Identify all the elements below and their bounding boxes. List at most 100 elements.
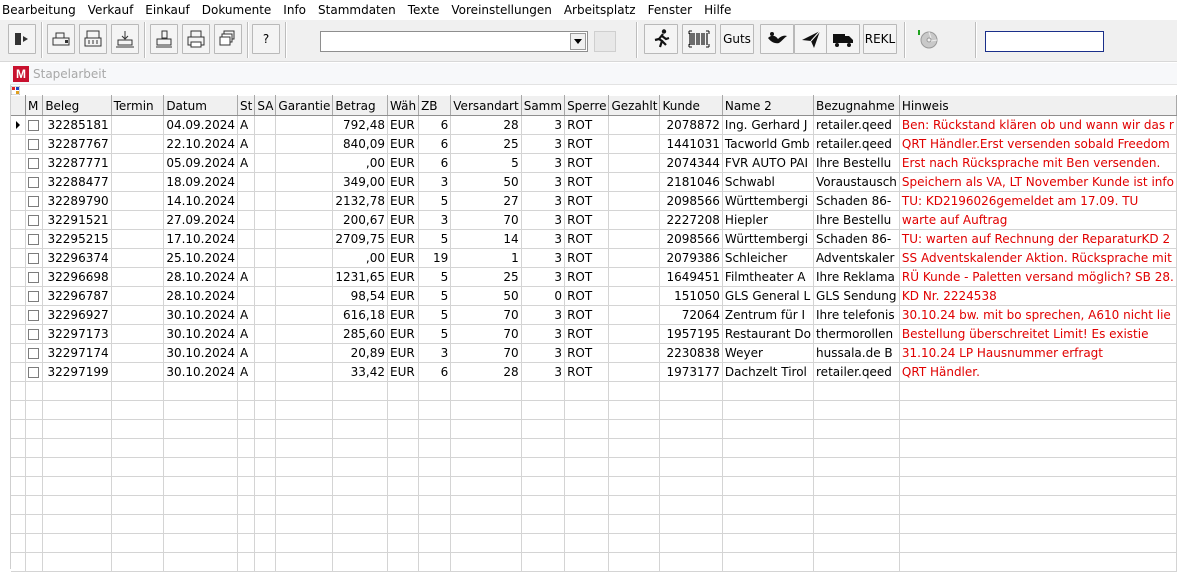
cell-st[interactable]: A [237, 343, 256, 363]
bird-button[interactable] [760, 24, 794, 54]
cell-st[interactable] [237, 191, 256, 211]
help-button[interactable]: ? [252, 24, 280, 54]
cell-st[interactable] [237, 248, 256, 268]
cell-versandart[interactable]: 27 [450, 191, 522, 211]
cell-samm[interactable]: 3 [521, 115, 566, 135]
mark-checkbox[interactable] [28, 196, 40, 207]
cell-st[interactable]: A [237, 115, 256, 135]
cell-kunde[interactable]: 2227208 [659, 210, 723, 230]
cell-hinweis[interactable]: Erst nach Rücksprache mit Ben versenden. [899, 153, 1177, 173]
cell-beleg[interactable]: 32297173 [42, 324, 112, 344]
column-header[interactable]: Versandart [450, 95, 522, 116]
cell-waeh[interactable]: EUR [387, 229, 420, 249]
cell-name2[interactable]: FVR AUTO PAI [722, 153, 815, 173]
cell-waeh[interactable]: EUR [387, 134, 420, 154]
cell-waeh[interactable]: EUR [387, 210, 420, 230]
cell-garantie[interactable] [275, 286, 334, 306]
cell-beleg[interactable]: 32296698 [42, 267, 112, 287]
column-header[interactable]: Garantie [275, 95, 334, 116]
column-header[interactable]: Termin [111, 95, 165, 116]
cell-samm[interactable]: 0 [521, 286, 566, 306]
cell-hinweis[interactable]: Ben: Rückstand klären ob und wann wir da… [899, 115, 1177, 135]
cell-zb[interactable]: 5 [418, 324, 452, 344]
mark-cell[interactable] [25, 248, 44, 268]
cell-bezugnahme[interactable]: retailer.qeed [813, 115, 900, 135]
cell-waeh[interactable]: EUR [387, 248, 420, 268]
cell-garantie[interactable] [275, 248, 334, 268]
cell-hinweis[interactable]: QRT Händler.Erst versenden sobald Freedo… [899, 134, 1177, 154]
mark-cell[interactable] [25, 115, 44, 135]
cell-kunde[interactable]: 1441031 [659, 134, 723, 154]
cell-hinweis[interactable]: KD Nr. 2224538 [899, 286, 1177, 306]
mark-checkbox[interactable] [28, 177, 40, 188]
cell-garantie[interactable] [275, 267, 334, 287]
menu-item[interactable]: Texte [403, 3, 447, 17]
cell-waeh[interactable]: EUR [387, 324, 420, 344]
mark-checkbox[interactable] [28, 253, 40, 264]
cell-sperre[interactable]: ROT [564, 248, 610, 268]
cell-st[interactable]: A [237, 324, 256, 344]
cell-samm[interactable]: 3 [521, 343, 566, 363]
column-header[interactable]: Datum [163, 95, 239, 116]
cell-versandart[interactable]: 28 [450, 115, 522, 135]
exit-button[interactable] [8, 24, 36, 54]
row-indicator[interactable] [11, 229, 27, 249]
cell-sa[interactable] [254, 248, 277, 268]
cell-zb[interactable]: 6 [418, 134, 452, 154]
cell-waeh[interactable]: EUR [387, 267, 420, 287]
column-header[interactable]: Beleg [42, 95, 112, 116]
cell-beleg[interactable]: 32296787 [42, 286, 112, 306]
search-combo[interactable] [320, 31, 588, 52]
cell-garantie[interactable] [275, 343, 334, 363]
cell-sperre[interactable]: ROT [564, 172, 610, 192]
cell-beleg[interactable]: 32297199 [42, 362, 112, 382]
mark-checkbox[interactable] [28, 272, 40, 283]
status-input[interactable] [985, 31, 1104, 52]
cell-versandart[interactable]: 70 [450, 210, 522, 230]
cell-garantie[interactable] [275, 305, 334, 325]
column-header[interactable]: Samm [521, 95, 566, 116]
table-row[interactable]: 32285181 04.09.2024 A 792,48 EUR 6 28 3 ROT 20788… [11, 115, 1177, 135]
cell-hinweis[interactable]: QRT Händler. [899, 362, 1177, 382]
column-header[interactable]: Kunde [659, 95, 723, 116]
cell-sa[interactable] [254, 210, 277, 230]
cell-datum[interactable]: 30.10.2024 [163, 305, 239, 325]
cell-zb[interactable]: 3 [418, 210, 452, 230]
mark-checkbox[interactable] [28, 329, 40, 340]
mark-checkbox[interactable] [28, 310, 40, 321]
cell-bezugnahme[interactable]: Adventskaler [813, 248, 900, 268]
cell-termin[interactable] [111, 172, 165, 192]
cell-hinweis[interactable]: warte auf Auftrag [899, 210, 1177, 230]
cell-betrag[interactable]: 200,67 [332, 210, 389, 230]
cell-garantie[interactable] [275, 191, 334, 211]
cell-kunde[interactable]: 1649451 [659, 267, 723, 287]
cell-versandart[interactable]: 5 [450, 153, 522, 173]
menu-item[interactable]: Voreinstellungen [446, 3, 558, 17]
cell-st[interactable]: A [237, 305, 256, 325]
go-button[interactable] [594, 31, 616, 52]
cell-zb[interactable]: 5 [418, 305, 452, 325]
mark-cell[interactable] [25, 343, 44, 363]
cell-bezugnahme[interactable]: Ihre Reklama [813, 267, 900, 287]
cell-samm[interactable]: 3 [521, 210, 566, 230]
cell-garantie[interactable] [275, 324, 334, 344]
row-indicator[interactable] [11, 286, 27, 306]
cell-termin[interactable] [111, 362, 165, 382]
menu-item[interactable]: Verkauf [83, 3, 141, 17]
mark-cell[interactable] [25, 286, 44, 306]
cell-versandart[interactable]: 25 [450, 134, 522, 154]
row-indicator[interactable] [11, 362, 27, 382]
cell-termin[interactable] [111, 286, 165, 306]
cell-gezahlt[interactable] [608, 115, 661, 135]
cell-kunde[interactable]: 72064 [659, 305, 723, 325]
menu-item[interactable]: Dokumente [197, 3, 279, 17]
mark-checkbox[interactable] [28, 348, 40, 359]
cell-bezugnahme[interactable]: hussala.de B [813, 343, 900, 363]
table-row[interactable]: 32291521 27.09.2024 200,67 EUR 3 70 3 ROT 222720… [11, 210, 1177, 230]
cell-samm[interactable]: 3 [521, 362, 566, 382]
row-indicator[interactable] [11, 343, 27, 363]
cell-name2[interactable]: Restaurant Do [722, 324, 815, 344]
row-indicator[interactable] [11, 210, 27, 230]
cell-beleg[interactable]: 32297174 [42, 343, 112, 363]
cash-register-button[interactable] [47, 24, 75, 54]
